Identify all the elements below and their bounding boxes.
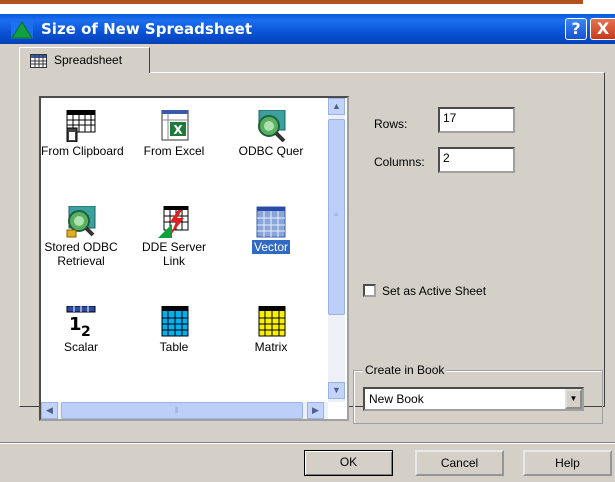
scroll-left-button[interactable]: ◀: [41, 402, 58, 419]
rows-label: Rows:: [374, 117, 408, 131]
vertical-scrollbar[interactable]: ▲ ≡ ▼: [328, 98, 345, 402]
tab-spreadsheet[interactable]: Spreadsheet: [19, 47, 150, 73]
spreadsheet-grid-icon: [30, 54, 47, 68]
title-bar[interactable]: Size of New Spreadsheet ? X: [0, 14, 615, 44]
horizontal-scroll-thumb[interactable]: ⦀: [61, 402, 303, 419]
list-item-label-line1: Stored ODBC: [44, 240, 118, 254]
list-item-matrix[interactable]: Matrix: [231, 306, 311, 354]
book-select[interactable]: New Book ▼: [363, 387, 584, 411]
excel-icon: X: [161, 110, 189, 141]
active-sheet-checkbox[interactable]: [363, 284, 376, 297]
list-item-label: From Excel: [143, 144, 205, 158]
list-item-stored-odbc[interactable]: Stored ODBC Retrieval: [41, 206, 121, 268]
list-item-scalar[interactable]: 1 2 Scalar: [41, 306, 121, 354]
footer-divider-highlight: [0, 443, 615, 444]
create-in-book-label: Create in Book: [363, 363, 447, 377]
book-select-value: New Book: [369, 392, 424, 406]
vector-grid-icon: [256, 206, 286, 238]
horizontal-scrollbar[interactable]: ◀ ⦀ ▶: [41, 402, 328, 419]
cancel-button[interactable]: Cancel: [415, 450, 504, 476]
list-item-label-line1: DDE Server: [141, 240, 206, 254]
list-item-label-line2: Link: [162, 254, 185, 268]
tab-label: Spreadsheet: [54, 53, 123, 67]
list-item-table[interactable]: Table: [134, 306, 214, 354]
scalar-icon: 1 2: [66, 306, 96, 338]
list-item-label: Vector: [251, 240, 291, 254]
table-grid-icon: [161, 306, 189, 337]
list-item-label-line2: Retrieval: [57, 254, 105, 268]
thumb-grip-icon: ≡: [334, 210, 339, 219]
help-button[interactable]: Help: [523, 450, 612, 476]
clipboard-grid-icon: [66, 110, 96, 142]
scroll-up-button[interactable]: ▲: [328, 98, 345, 115]
matrix-grid-icon: [258, 306, 286, 337]
vertical-scroll-thumb[interactable]: ≡: [328, 119, 345, 315]
list-item-label: ODBC Quer: [238, 144, 304, 158]
stored-odbc-icon: [66, 206, 96, 238]
ok-button[interactable]: OK: [304, 450, 393, 476]
svg-text:2: 2: [81, 324, 91, 338]
rows-input[interactable]: 17: [438, 107, 515, 133]
top-accent-line: [0, 0, 583, 4]
dde-server-icon: [158, 206, 189, 238]
list-item-from-excel[interactable]: X From Excel: [134, 110, 214, 158]
svg-text:X: X: [173, 123, 183, 137]
list-item-odbc-query[interactable]: ODBC Quer: [231, 110, 311, 158]
close-button[interactable]: X: [590, 18, 615, 40]
window-title: Size of New Spreadsheet: [41, 20, 253, 38]
list-item-vector[interactable]: Vector: [231, 206, 311, 254]
template-listview[interactable]: From Clipboard X From Excel ODBC Quer St…: [39, 96, 349, 421]
list-item-label: From Clipboard: [41, 144, 124, 158]
list-item-label: Table: [159, 340, 189, 354]
list-item-label: Matrix: [254, 340, 288, 354]
odbc-globe-icon: [258, 110, 286, 142]
app-logo-icon: [11, 19, 33, 39]
list-item-from-clipboard[interactable]: From Clipboard: [41, 110, 124, 158]
chevron-down-icon[interactable]: ▼: [565, 389, 582, 409]
list-item-label: Scalar: [63, 340, 98, 354]
columns-label: Columns:: [374, 155, 425, 169]
thumb-grip-icon: ⦀: [175, 406, 179, 415]
columns-input[interactable]: 2: [438, 147, 515, 173]
svg-text:1: 1: [69, 314, 82, 335]
list-item-dde-server-link[interactable]: DDE Server Link: [134, 206, 214, 268]
scroll-right-button[interactable]: ▶: [307, 402, 324, 419]
help-title-button[interactable]: ?: [565, 18, 587, 40]
active-sheet-label: Set as Active Sheet: [382, 284, 487, 298]
scroll-down-button[interactable]: ▼: [328, 382, 345, 399]
